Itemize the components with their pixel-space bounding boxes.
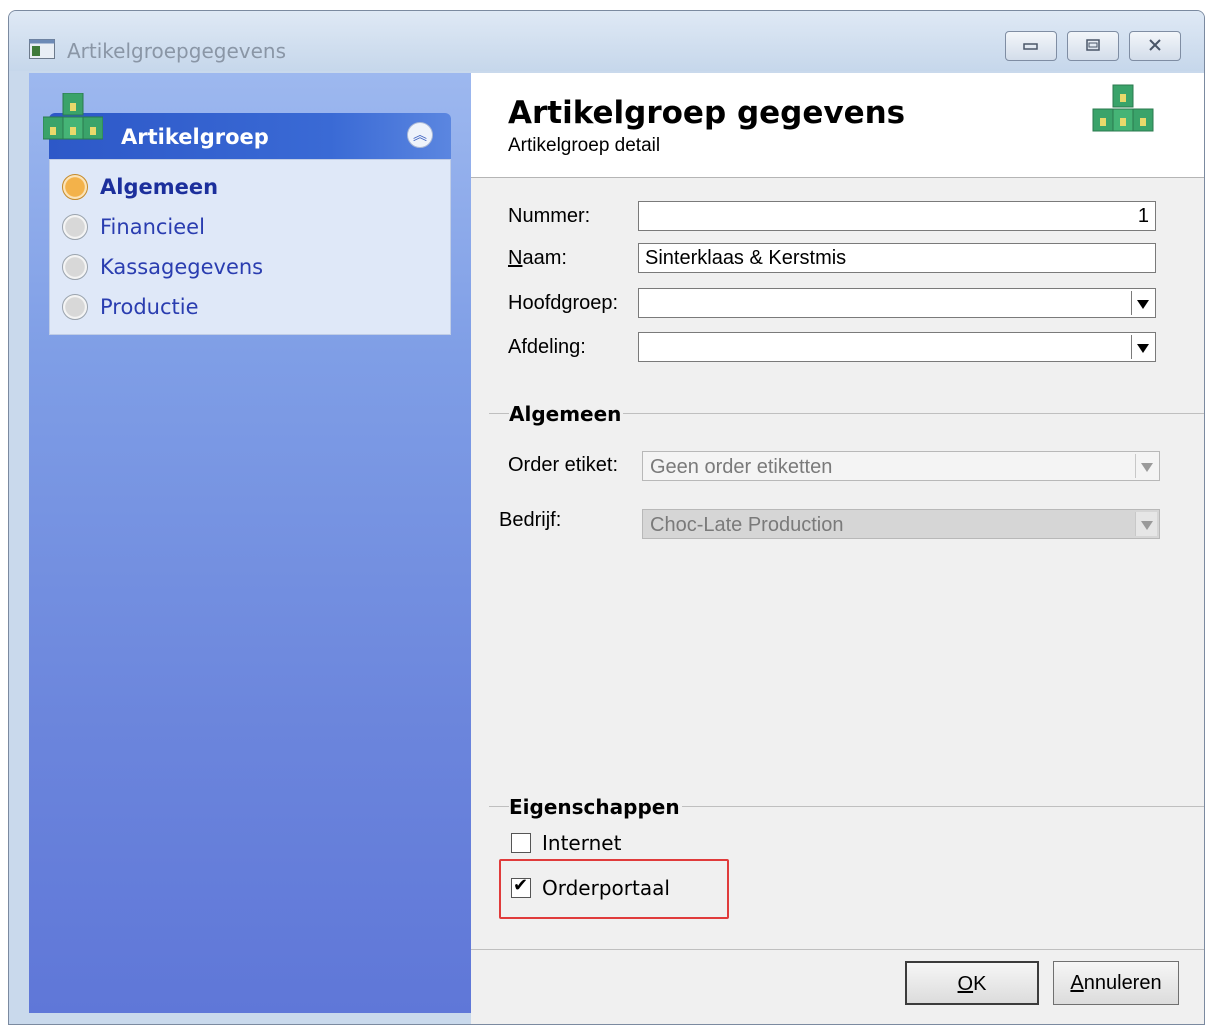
order-etiket-value: Geen order etiketten — [650, 456, 833, 478]
radio-icon — [62, 214, 88, 240]
sidebar-item-label: Financieel — [100, 215, 205, 239]
radio-selected-icon — [62, 174, 88, 200]
footer-divider — [471, 949, 1204, 950]
internet-checkbox[interactable] — [511, 833, 531, 853]
naam-label: Naam: — [508, 247, 567, 269]
panel-header: Artikelgroep gegevens Artikelgroep detai… — [471, 73, 1204, 178]
dropdown-arrow-icon[interactable] — [1131, 335, 1153, 359]
dropdown-arrow-icon[interactable] — [1135, 512, 1157, 536]
afdeling-label: Afdeling: — [508, 336, 586, 358]
sidebar-group-title: Artikelgroep — [121, 125, 269, 149]
internet-label[interactable]: Internet — [542, 831, 621, 855]
dialog-window: Artikelgroepgegevens Artikelgroep ︽ Alge… — [8, 10, 1205, 1025]
double-chevron-up-icon: ︽ — [413, 127, 427, 143]
orderportaal-checkbox[interactable] — [511, 875, 531, 898]
close-icon — [1149, 39, 1161, 51]
bedrijf-value: Choc-Late Production — [650, 514, 844, 536]
app-window-icon — [29, 39, 55, 59]
nummer-field[interactable]: 1 — [638, 201, 1156, 231]
maximize-button[interactable] — [1067, 31, 1119, 61]
eigenschappen-section-title: Eigenschappen — [509, 795, 682, 819]
bedrijf-select[interactable]: Choc-Late Production — [642, 509, 1160, 539]
dropdown-arrow-icon[interactable] — [1131, 291, 1153, 315]
window-title: Artikelgroepgegevens — [67, 39, 286, 63]
title-bar[interactable]: Artikelgroepgegevens — [9, 11, 1204, 71]
bedrijf-label: Bedrijf: — [499, 509, 562, 531]
radio-icon — [62, 254, 88, 280]
minimize-icon — [1023, 43, 1038, 50]
dropdown-arrow-icon[interactable] — [1135, 454, 1157, 478]
sidebar-item-label: Algemeen — [100, 175, 219, 199]
hoofdgroep-select[interactable] — [638, 288, 1156, 318]
maximize-icon — [1086, 39, 1100, 51]
close-button[interactable] — [1129, 31, 1181, 61]
collapse-button[interactable]: ︽ — [407, 122, 433, 148]
boxes-icon — [43, 93, 103, 140]
minimize-button[interactable] — [1005, 31, 1057, 61]
page-title: Artikelgroep gegevens — [508, 95, 906, 131]
sidebar-item-label: Kassagegevens — [100, 255, 264, 279]
main-panel: Artikelgroep gegevens Artikelgroep detai… — [471, 73, 1204, 1024]
sidebar-item-label: Productie — [100, 295, 199, 319]
hoofdgroep-label: Hoofdgroep: — [508, 292, 619, 314]
naam-field[interactable]: Sinterklaas & Kerstmis — [638, 243, 1156, 273]
order-etiket-select[interactable]: Geen order etiketten — [642, 451, 1160, 481]
boxes-icon — [1092, 84, 1154, 132]
sidebar: Artikelgroep ︽ Algemeen Financieel Kassa… — [29, 73, 471, 1013]
sidebar-group-body: Algemeen Financieel Kassagegevens Produc… — [49, 159, 451, 335]
nummer-label: Nummer: — [508, 205, 591, 227]
afdeling-select[interactable] — [638, 332, 1156, 362]
ok-button[interactable]: OK — [905, 961, 1039, 1005]
radio-icon — [62, 294, 88, 320]
page-subtitle: Artikelgroep detail — [508, 135, 661, 156]
orderportaal-label[interactable]: Orderportaal — [542, 876, 670, 900]
algemeen-section-title: Algemeen — [509, 402, 624, 426]
order-etiket-label: Order etiket: — [508, 454, 619, 476]
cancel-button[interactable]: Annuleren — [1053, 961, 1179, 1005]
